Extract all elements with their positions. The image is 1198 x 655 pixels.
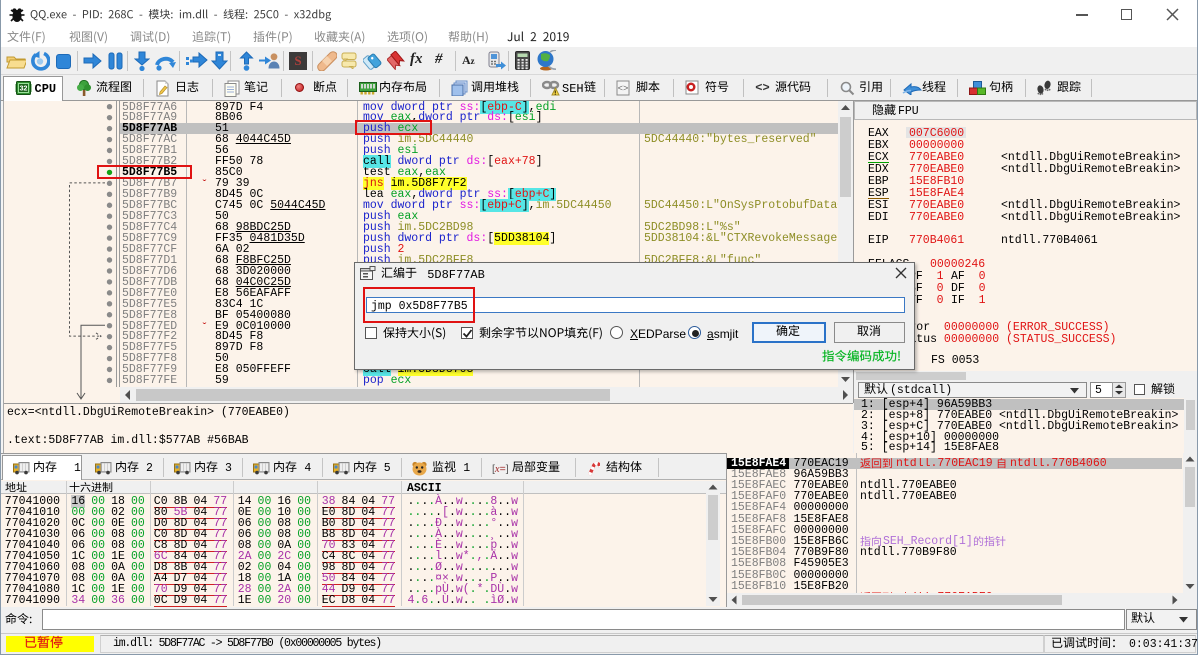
- svg-text:32: 32: [19, 86, 27, 93]
- svg-text:<>: <>: [617, 84, 628, 94]
